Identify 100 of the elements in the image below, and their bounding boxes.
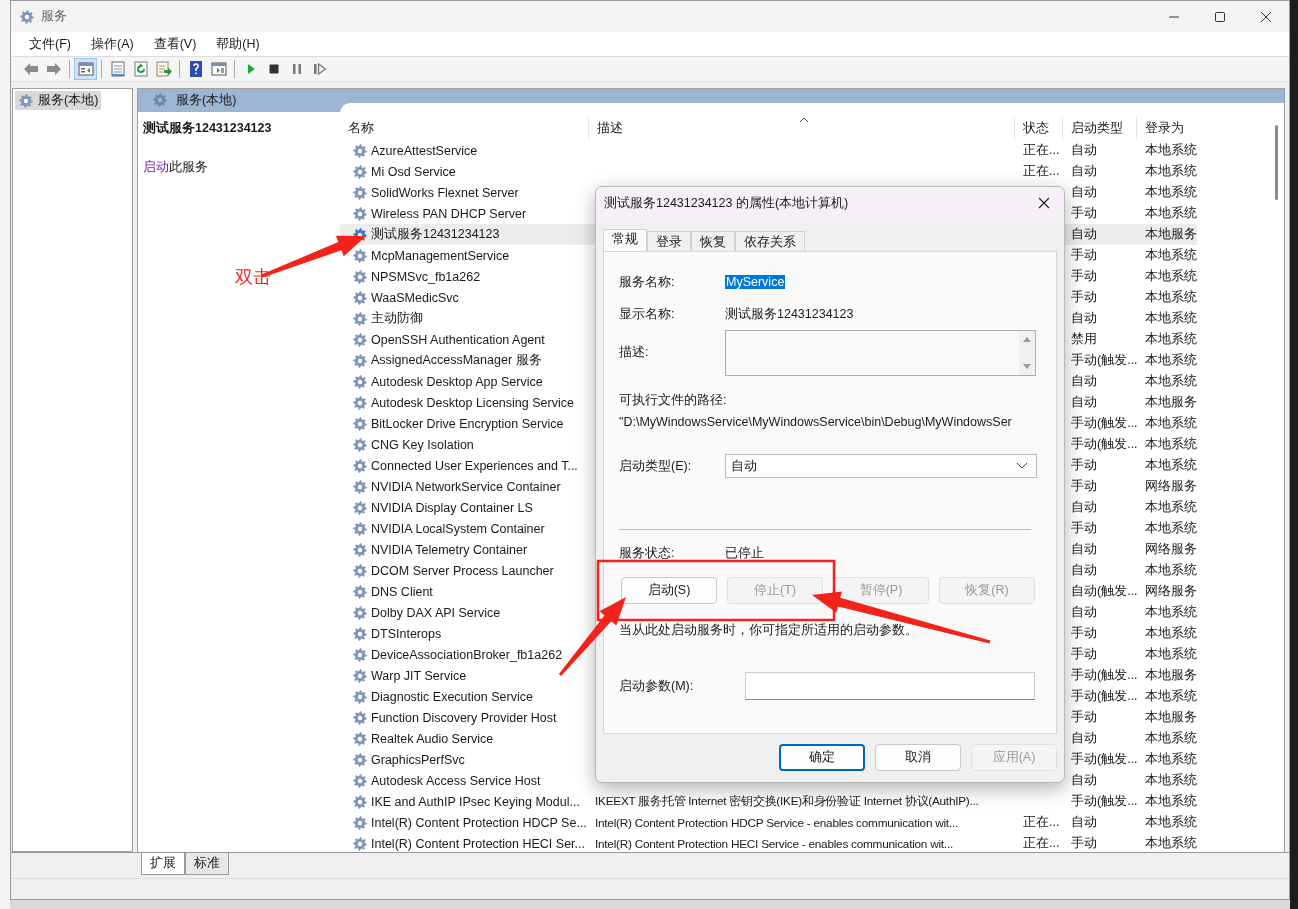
table-cell: Intel(R) Content Protection HECI Service - enables communication wit...: [595, 836, 953, 851]
table-cell: 网络服务: [1145, 584, 1197, 598]
table-cell: 本地系统: [1145, 563, 1197, 577]
table-cell: 自动(触发...: [1071, 584, 1138, 598]
table-cell: 本地系统: [1145, 437, 1197, 451]
table-cell: 网络服务: [1145, 542, 1197, 556]
table-cell: 测试服务12431234123: [371, 226, 500, 243]
table-cell: 手动: [1071, 836, 1097, 850]
table-cell: 手动(触发...: [1071, 416, 1138, 430]
table-cell: Autodesk Desktop Licensing Service: [371, 395, 574, 410]
annotation-label: 双击: [235, 266, 271, 289]
table-cell: DCOM Server Process Launcher: [371, 563, 554, 578]
table-cell: DNS Client: [371, 584, 433, 599]
table-cell: 自动: [1071, 563, 1097, 577]
table-cell: 本地系统: [1145, 290, 1197, 304]
table-cell: 自动: [1071, 542, 1097, 556]
table-cell: Intel(R) Content Protection HDCP Service - enables communication wit...: [595, 815, 958, 830]
table-cell: 手动(触发...: [1071, 437, 1138, 451]
table-cell: 本地系统: [1145, 353, 1197, 367]
table-cell: 手动: [1071, 626, 1097, 640]
table-cell: 自动: [1071, 164, 1097, 178]
hint-text: 当从此处启动服务时，你可指定所适用的启动参数。: [619, 622, 919, 639]
table-cell: 自动: [1071, 227, 1097, 241]
table-cell: 网络服务: [1145, 479, 1197, 493]
display-name-value: 测试服务12431234123: [725, 305, 854, 323]
table-cell: Autodesk Desktop App Service: [371, 374, 543, 389]
table-cell: 本地系统: [1145, 521, 1197, 535]
table-cell: AzureAttestService: [371, 143, 478, 158]
table-cell: NPSMSvc_fb1a262: [371, 269, 481, 284]
table-cell: 手动(触发...: [1071, 752, 1138, 766]
table-cell: 手动(触发...: [1071, 353, 1138, 367]
table-cell: AssignedAccessManager 服务: [371, 352, 542, 369]
table-cell: 手动: [1071, 521, 1097, 535]
table-cell: NVIDIA Telemetry Container: [371, 542, 528, 557]
table-cell: WaaSMedicSvc: [371, 290, 459, 305]
table-cell: 本地系统: [1145, 605, 1197, 619]
table-cell: 本地系统: [1145, 815, 1197, 829]
table-cell: 手动: [1071, 647, 1097, 661]
table-cell: 自动: [1071, 500, 1097, 514]
table-cell: 本地系统: [1145, 647, 1197, 661]
action-text: 启动此服务: [143, 159, 209, 176]
table-cell: 自动: [1071, 605, 1097, 619]
table-cell: 本地服务: [1145, 395, 1197, 409]
table-cell: 自动: [1071, 815, 1097, 829]
table-cell: 本地系统: [1145, 248, 1197, 262]
table-cell: NVIDIA NetworkService Container: [371, 479, 561, 494]
table-cell: 本地系统: [1145, 269, 1197, 283]
table-cell: 本地系统: [1145, 311, 1197, 325]
field-label: 启动类型(E):: [619, 457, 693, 475]
field-label: 服务状态:: [619, 544, 676, 562]
field-label: 启动参数(M):: [619, 677, 695, 695]
path-value: "D:\MyWindowsService\MyWindowsService\bin\Debug\MyWindowsSer: [619, 415, 1013, 429]
table-cell: 本地系统: [1145, 773, 1197, 787]
table-cell: 手动: [1071, 248, 1097, 262]
table-cell: Intel(R) Content Protection HDCP Se...: [371, 815, 587, 830]
table-cell: 正在...: [1023, 815, 1060, 829]
table-cell: McpManagementService: [371, 248, 510, 263]
table-cell: 手动(触发...: [1071, 668, 1138, 682]
field-label: 可执行文件的路径:: [619, 392, 728, 409]
table-cell: 手动: [1071, 206, 1097, 220]
table-cell: NVIDIA LocalSystem Container: [371, 521, 545, 536]
table-cell: 自动: [1071, 395, 1097, 409]
table-cell: IKE and AuthIP IPsec Keying Modul...: [371, 794, 580, 809]
table-cell: 本地服务: [1145, 668, 1197, 682]
table-cell: 本地系统: [1145, 143, 1197, 157]
table-cell: 正在...: [1023, 164, 1060, 178]
table-cell: BitLocker Drive Encryption Service: [371, 416, 564, 431]
table-cell: 本地系统: [1145, 416, 1197, 430]
table-cell: IKEEXT 服务托管 Internet 密钥交换(IKE)和身份验证 Internet 协议(AuthIP)...: [595, 793, 979, 808]
table-cell: 本地系统: [1145, 500, 1197, 514]
table-cell: 手动: [1071, 269, 1097, 283]
table-cell: Wireless PAN DHCP Server: [371, 206, 527, 221]
table-cell: 本地系统: [1145, 626, 1197, 640]
table-cell: DTSInterops: [371, 626, 442, 641]
table-cell: 手动(触发...: [1071, 689, 1138, 703]
table-cell: Mi Osd Service: [371, 164, 456, 179]
service-title: 测试服务12431234123: [143, 120, 273, 137]
table-cell: 自动: [1071, 143, 1097, 157]
table-cell: 本地系统: [1145, 689, 1197, 703]
pane-title: 服务(本地): [176, 91, 237, 109]
table-cell: 手动: [1071, 479, 1097, 493]
table-cell: Connected User Experiences and T...: [371, 458, 578, 473]
window-title: 服务: [41, 8, 67, 25]
table-cell: Warp JIT Service: [371, 668, 467, 683]
table-cell: 手动: [1071, 710, 1097, 724]
table-cell: Function Discovery Provider Host: [371, 710, 557, 725]
table-cell: 本地系统: [1145, 164, 1197, 178]
table-cell: 自动: [1071, 773, 1097, 787]
table-cell: NVIDIA Display Container LS: [371, 500, 533, 515]
table-cell: 本地系统: [1145, 206, 1197, 220]
field-label: 服务名称:: [619, 273, 676, 291]
table-cell: 主动防御: [371, 310, 423, 327]
table-cell: 自动: [1071, 731, 1097, 745]
table-cell: 自动: [1071, 311, 1097, 325]
table-cell: 自动: [1071, 374, 1097, 388]
table-cell: 正在...: [1023, 143, 1060, 157]
table-cell: 手动: [1071, 458, 1097, 472]
table-cell: 手动(触发...: [1071, 794, 1138, 808]
table-cell: GraphicsPerfSvc: [371, 752, 465, 767]
table-cell: 自动: [1071, 185, 1097, 199]
